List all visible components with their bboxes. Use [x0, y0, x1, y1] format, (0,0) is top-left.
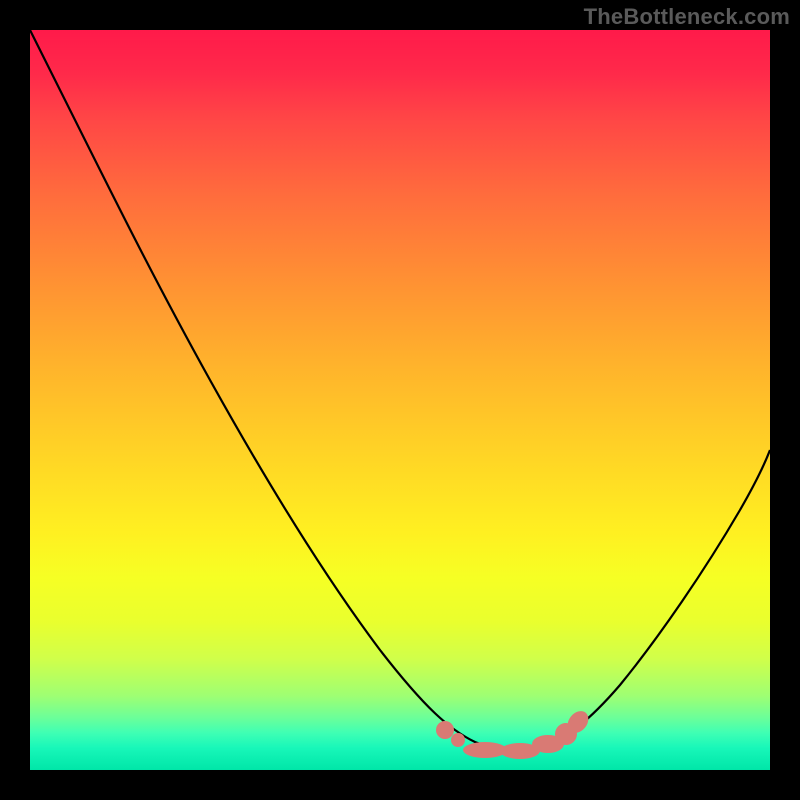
plot-area: [30, 30, 770, 770]
chart-frame: TheBottleneck.com: [0, 0, 800, 800]
bottleneck-curve: [30, 30, 770, 751]
plot-svg: [30, 30, 770, 770]
watermark-text: TheBottleneck.com: [584, 4, 790, 30]
